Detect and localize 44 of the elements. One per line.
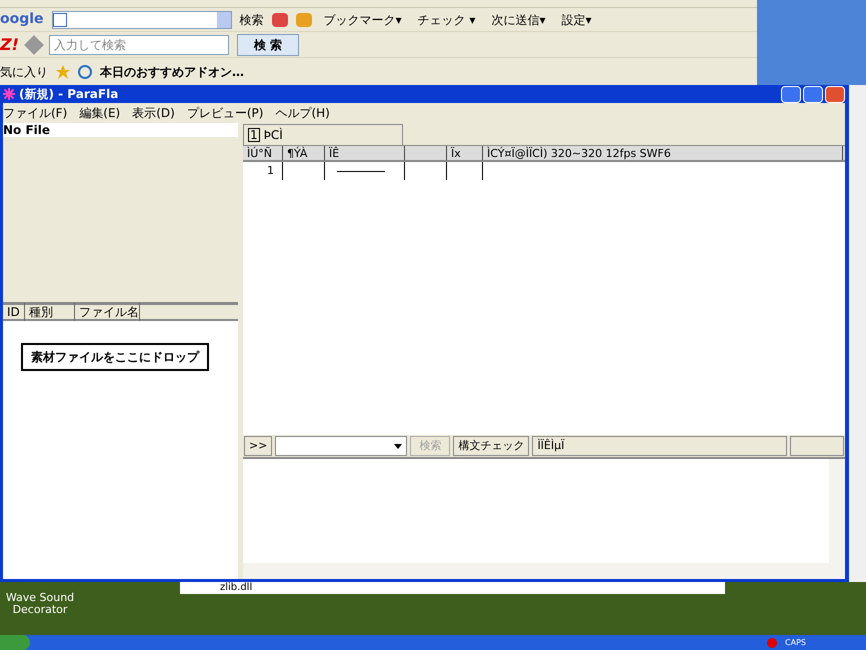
toolbar-button[interactable]: 次に送信▾ xyxy=(487,10,550,28)
search-logo: oogle xyxy=(0,10,44,29)
toolbar-button[interactable]: チェック ▾ xyxy=(414,10,480,28)
expand-button[interactable]: >> xyxy=(244,436,272,456)
dropdown-icon[interactable] xyxy=(394,444,402,448)
row-number: 1 xyxy=(267,162,274,179)
app-icon xyxy=(3,88,15,100)
browser-icon xyxy=(78,64,92,78)
minimize-button[interactable] xyxy=(781,86,801,102)
background-window: zlib.dll xyxy=(180,582,725,594)
menu-item[interactable]: 編集(E) xyxy=(79,104,120,122)
maximize-button[interactable] xyxy=(803,86,823,102)
desktop-icon-label[interactable]: Wave Sound Decorator xyxy=(0,582,80,616)
toolbar-button[interactable]: 設定▾ xyxy=(557,10,596,28)
frame-line xyxy=(336,170,384,172)
file-header: No File xyxy=(3,123,238,137)
toolbar-button[interactable]: ブックマーク▾ xyxy=(320,10,406,28)
star-icon[interactable] xyxy=(56,64,70,78)
menu-item[interactable]: 表示(D) xyxy=(132,104,175,122)
menu-item[interactable]: プレビュー(P) xyxy=(186,104,264,122)
status-field: ÌÏÊÌµÏ xyxy=(532,436,787,456)
caps-indicator: CAPS xyxy=(785,636,806,648)
search-field[interactable] xyxy=(52,10,232,28)
search-button[interactable]: 検 索 xyxy=(236,34,300,56)
column-header[interactable]: ÏÊ xyxy=(325,146,405,160)
drop-button[interactable]: 素材ファイルをここにドロップ xyxy=(21,343,209,371)
search-input[interactable]: 入力して検索 xyxy=(48,34,229,54)
tray-icon[interactable] xyxy=(767,638,778,648)
window-title: (新規) - ParaFla xyxy=(19,86,118,103)
search-button[interactable]: 検索 xyxy=(240,10,264,28)
close-button[interactable] xyxy=(825,86,845,102)
favorites-item[interactable]: 本日のおすすめアドオン… xyxy=(100,62,244,80)
column-header[interactable]: ÌÚ°Ñ xyxy=(243,146,283,160)
column-header[interactable]: Ïx xyxy=(447,146,483,160)
vertical-scrollbar[interactable] xyxy=(829,459,845,563)
syntax-check-button[interactable]: 構文チェック xyxy=(453,436,530,456)
column-header[interactable]: ¶ÝÀ xyxy=(283,146,325,160)
menu-item[interactable]: ファイル(F) xyxy=(3,104,68,122)
column-header[interactable]: ÌCÝ¤Ï@ÌÏCÌ) 320~320 12fps SWF6 xyxy=(483,146,843,160)
favorites-label[interactable]: 気に入り xyxy=(0,62,48,80)
layer-tab[interactable]: 1 ÞCÌ xyxy=(243,124,403,145)
start-button[interactable] xyxy=(0,635,30,650)
menu-item[interactable]: ヘルプ(H) xyxy=(275,104,330,122)
horizontal-scrollbar[interactable] xyxy=(243,563,845,579)
